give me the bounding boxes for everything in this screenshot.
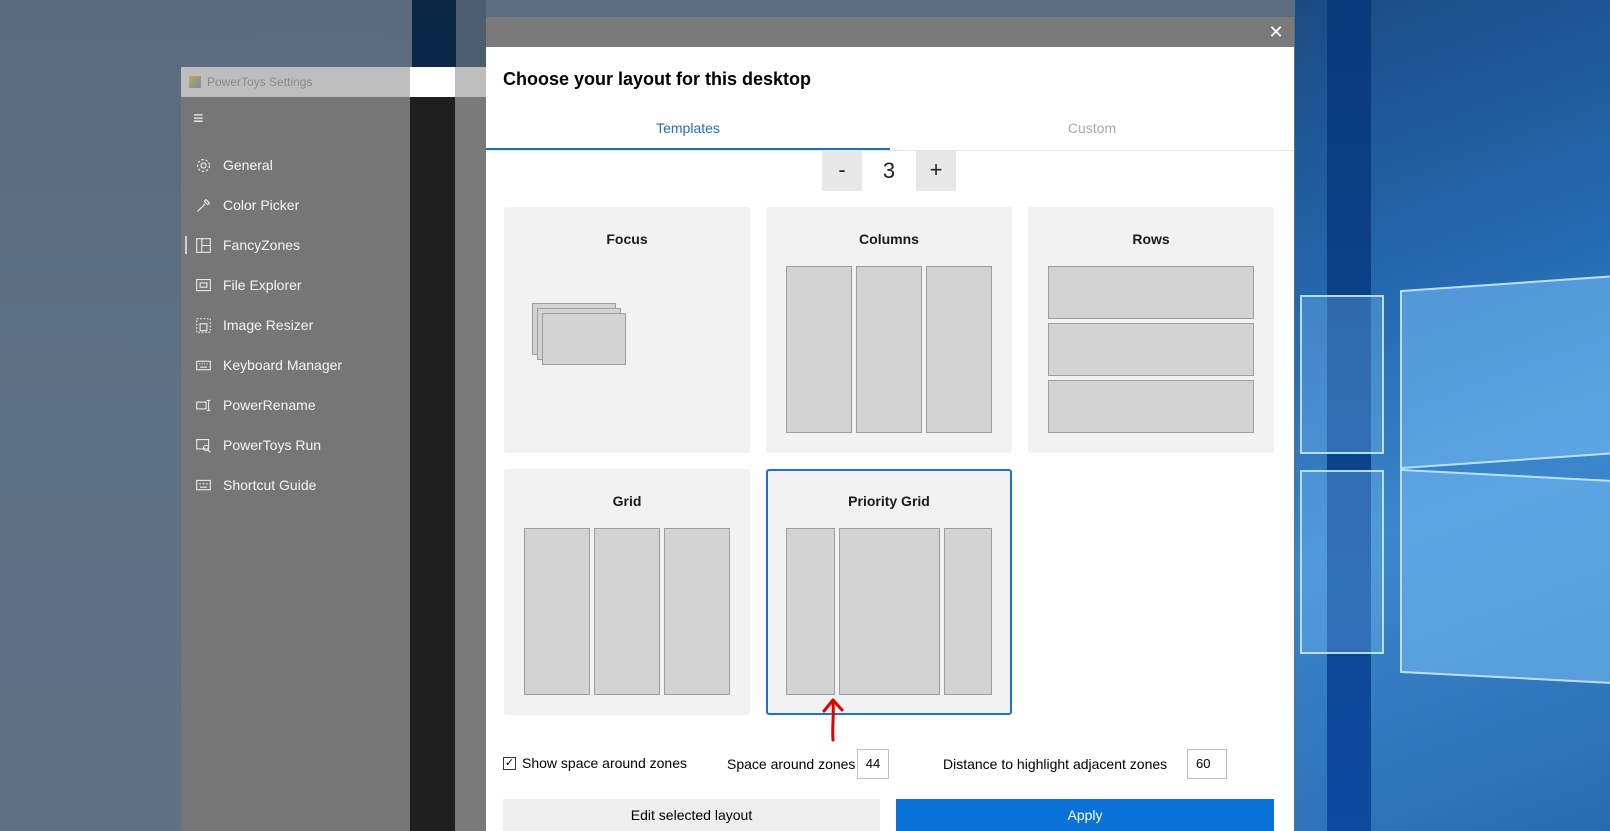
annotation-arrow-icon — [822, 698, 844, 742]
sidebar-item-powerrename[interactable]: PowerRename — [181, 385, 410, 425]
wallpaper-pane — [1300, 295, 1384, 454]
wallpaper-pane — [1300, 470, 1384, 654]
zone-preview — [1048, 323, 1254, 376]
run-icon — [193, 435, 213, 455]
sidebar-item-file-explorer[interactable]: File Explorer — [181, 265, 410, 305]
dialog-titlebar: ✕ — [486, 17, 1294, 47]
hamburger-menu-icon[interactable]: ≡ — [193, 109, 211, 127]
distance-highlight-label: Distance to highlight adjacent zones — [943, 756, 1168, 772]
sidebar-item-label: Image Resizer — [223, 317, 314, 333]
sidebar-item-fancyzones[interactable]: FancyZones — [181, 225, 410, 265]
layout-card-priority-grid[interactable]: Priority Grid — [766, 469, 1012, 715]
sidebar-item-label: Color Picker — [223, 197, 300, 213]
zone-preview — [524, 528, 590, 695]
keyboard-icon — [193, 355, 213, 375]
sidebar-item-color-picker[interactable]: Color Picker — [181, 185, 410, 225]
layout-card-grid[interactable]: Grid — [504, 469, 750, 715]
powertoys-content — [455, 97, 486, 831]
layout-card-columns[interactable]: Columns — [766, 207, 1012, 453]
zone-options-row: ✓ Show space around zones Space around z… — [503, 749, 1283, 784]
increase-zones-button[interactable]: + — [916, 151, 956, 191]
show-space-label: Show space around zones — [522, 755, 687, 771]
sidebar-item-label: FancyZones — [223, 237, 301, 253]
space-around-zones-label: Space around zones — [727, 756, 856, 772]
layout-title: Priority Grid — [848, 493, 930, 509]
zone-preview — [926, 266, 992, 433]
layout-tabs: Templates Custom — [486, 112, 1294, 151]
zone-count-value: 3 — [882, 158, 896, 183]
sidebar-item-label: PowerRename — [223, 397, 316, 413]
eyedropper-icon — [193, 195, 213, 215]
apply-button[interactable]: Apply — [896, 799, 1274, 831]
sidebar-item-label: General — [223, 157, 273, 173]
zone-preview — [786, 266, 852, 433]
powertoys-window-title: PowerToys Settings — [207, 75, 313, 89]
close-button[interactable]: ✕ — [1266, 23, 1286, 41]
tab-templates[interactable]: Templates — [486, 112, 890, 150]
distance-highlight-input[interactable]: 60 — [1187, 749, 1227, 779]
show-space-checkbox[interactable]: ✓ — [503, 757, 516, 770]
zone-preview — [839, 528, 940, 695]
layout-title: Rows — [1132, 231, 1170, 247]
zone-preview — [1048, 266, 1254, 319]
wallpaper-pane — [1400, 468, 1610, 686]
powertoys-nav-pane: ≡ General Color Picker FancyZones File E… — [181, 97, 410, 831]
zone-preview — [856, 266, 922, 433]
sidebar-item-general[interactable]: General — [181, 145, 410, 185]
powertoys-titlebar: PowerToys Settings — [181, 67, 486, 97]
decrease-zones-button[interactable]: - — [822, 151, 862, 191]
zone-count-stepper: - 3 + — [822, 151, 956, 191]
shortcut-guide-icon — [193, 475, 213, 495]
zone-preview — [1048, 380, 1254, 433]
layout-editor-dialog: ✕ Choose your layout for this desktop Te… — [486, 17, 1294, 831]
layout-card-rows[interactable]: Rows — [1028, 207, 1274, 453]
dialog-heading: Choose your layout for this desktop — [503, 69, 812, 89]
layout-title: Focus — [606, 231, 648, 247]
zone-preview — [542, 313, 626, 365]
file-explorer-icon — [193, 275, 213, 295]
sidebar-item-keyboard-manager[interactable]: Keyboard Manager — [181, 345, 410, 385]
powertoys-settings-window: PowerToys Settings ≡ General Color Picke… — [181, 67, 486, 831]
zone-preview — [944, 528, 992, 695]
grid-icon — [193, 235, 213, 255]
sidebar-item-label: PowerToys Run — [223, 437, 322, 453]
sidebar-item-label: File Explorer — [223, 277, 302, 293]
layout-title: Grid — [612, 493, 642, 509]
rename-icon — [193, 395, 213, 415]
image-resize-icon — [193, 315, 213, 335]
selection-indicator — [185, 236, 187, 254]
space-around-zones-input[interactable]: 44 — [857, 749, 889, 779]
titlebar-blank-area — [410, 67, 455, 97]
sidebar-item-shortcut-guide[interactable]: Shortcut Guide — [181, 465, 410, 505]
sidebar-item-label: Keyboard Manager — [223, 357, 343, 373]
zone-preview — [594, 528, 660, 695]
tab-custom[interactable]: Custom — [890, 112, 1294, 148]
zone-preview — [664, 528, 730, 695]
sidebar-item-powertoys-run[interactable]: PowerToys Run — [181, 425, 410, 465]
wallpaper-pane — [1400, 273, 1610, 470]
layout-card-focus[interactable]: Focus — [504, 207, 750, 453]
powertoys-content-dark — [410, 97, 455, 831]
sidebar-item-label: Shortcut Guide — [223, 477, 317, 493]
edit-selected-layout-button[interactable]: Edit selected layout — [503, 799, 880, 831]
zone-preview — [786, 528, 835, 695]
sidebar-item-image-resizer[interactable]: Image Resizer — [181, 305, 410, 345]
powertoys-app-icon — [189, 76, 201, 88]
gear-icon — [193, 155, 213, 175]
layout-title: Columns — [859, 231, 919, 247]
